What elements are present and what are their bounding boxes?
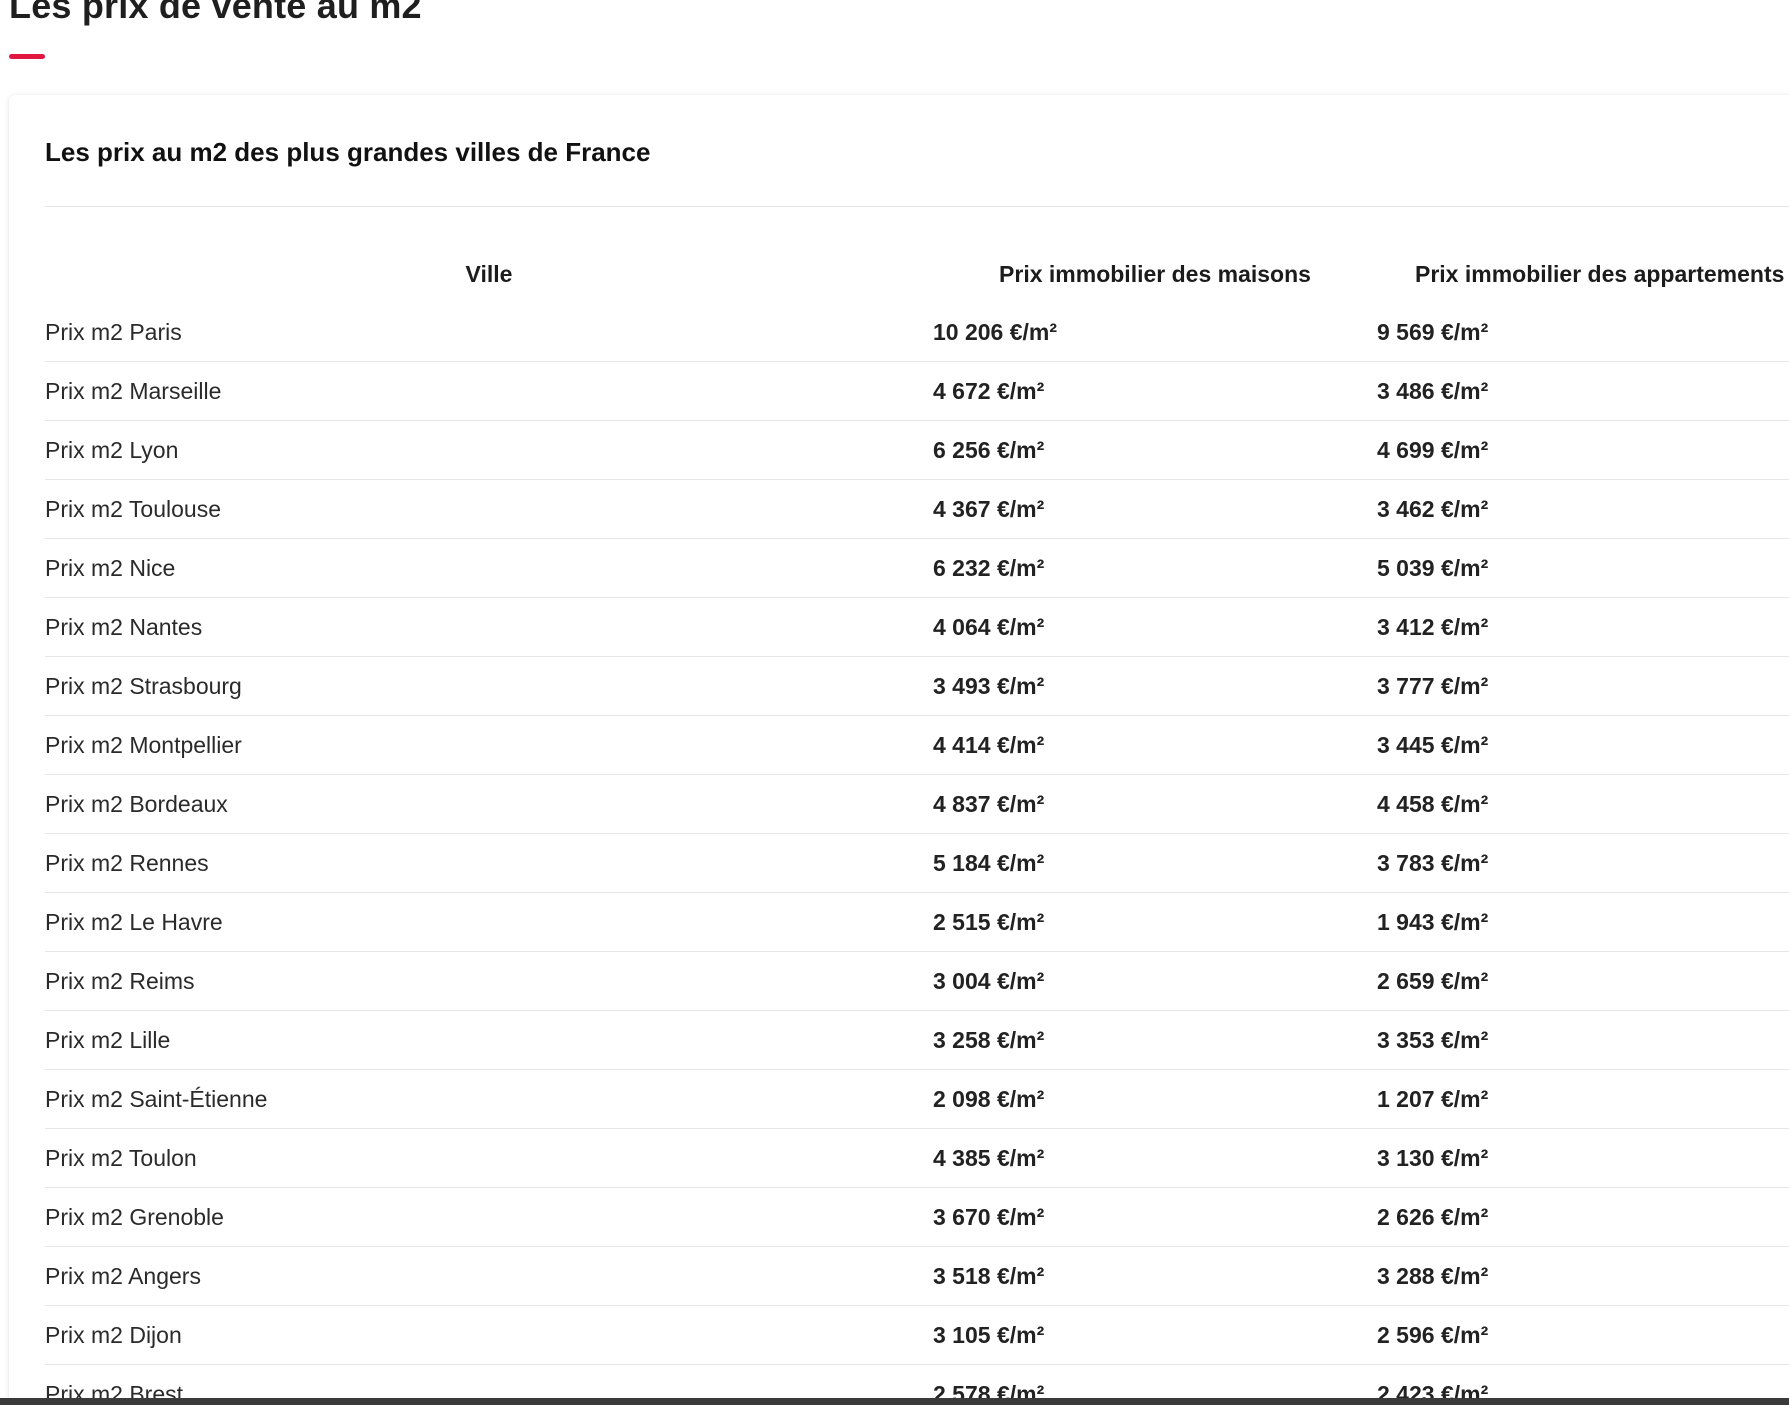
- apartment-price-cell: 2 659 €/m²: [1377, 951, 1789, 1011]
- city-link[interactable]: Prix m2 Reims: [45, 951, 933, 1011]
- apartment-price-cell: 3 412 €/m²: [1377, 597, 1789, 657]
- page-title: Les prix de vente au m2: [9, 0, 422, 26]
- apartment-price-cell: 3 777 €/m²: [1377, 656, 1789, 716]
- city-link[interactable]: Prix m2 Toulouse: [45, 479, 933, 539]
- horizontal-scrollbar[interactable]: [0, 1398, 1789, 1405]
- apartment-price-cell: 2 596 €/m²: [1377, 1305, 1789, 1365]
- apartment-price-cell: 3 486 €/m²: [1377, 361, 1789, 421]
- table-row: Prix m2 Montpellier 4 414 €/m² 3 445 €/m²: [45, 715, 1789, 775]
- table-header: Ville Prix immobilier des maisons Prix i…: [45, 245, 1789, 303]
- apartment-price-cell: 1 207 €/m²: [1377, 1069, 1789, 1129]
- price-table: Ville Prix immobilier des maisons Prix i…: [45, 245, 1789, 1405]
- page: Les prix de vente au m2 Les prix au m2 d…: [0, 0, 1789, 1405]
- city-link[interactable]: Prix m2 Angers: [45, 1246, 933, 1306]
- house-price-cell: 4 385 €/m²: [933, 1128, 1377, 1188]
- apartment-price-cell: 1 943 €/m²: [1377, 892, 1789, 952]
- city-link[interactable]: Prix m2 Rennes: [45, 833, 933, 893]
- house-price-cell: 4 367 €/m²: [933, 479, 1377, 539]
- card-title: Les prix au m2 des plus grandes villes d…: [45, 137, 651, 167]
- city-link[interactable]: Prix m2 Dijon: [45, 1305, 933, 1365]
- table-row: Prix m2 Toulon 4 385 €/m² 3 130 €/m²: [45, 1128, 1789, 1188]
- city-link[interactable]: Prix m2 Nice: [45, 538, 933, 598]
- apartment-price-cell: 3 462 €/m²: [1377, 479, 1789, 539]
- apartment-price-cell: 3 353 €/m²: [1377, 1010, 1789, 1070]
- house-price-cell: 4 064 €/m²: [933, 597, 1377, 657]
- table-row: Prix m2 Rennes 5 184 €/m² 3 783 €/m²: [45, 833, 1789, 893]
- city-link[interactable]: Prix m2 Marseille: [45, 361, 933, 421]
- table-row: Prix m2 Dijon 3 105 €/m² 2 596 €/m²: [45, 1305, 1789, 1365]
- table-row: Prix m2 Grenoble 3 670 €/m² 2 626 €/m²: [45, 1187, 1789, 1247]
- house-price-cell: 2 515 €/m²: [933, 892, 1377, 952]
- city-link[interactable]: Prix m2 Lille: [45, 1010, 933, 1070]
- table-header-row: Ville Prix immobilier des maisons Prix i…: [45, 245, 1789, 303]
- house-price-cell: 3 518 €/m²: [933, 1246, 1377, 1306]
- city-link[interactable]: Prix m2 Montpellier: [45, 715, 933, 775]
- city-link[interactable]: Prix m2 Nantes: [45, 597, 933, 657]
- table-row: Prix m2 Strasbourg 3 493 €/m² 3 777 €/m²: [45, 656, 1789, 716]
- price-table-wrapper: Ville Prix immobilier des maisons Prix i…: [45, 245, 1789, 1405]
- column-header-house-price: Prix immobilier des maisons: [999, 260, 1311, 287]
- city-link[interactable]: Prix m2 Lyon: [45, 420, 933, 480]
- city-link[interactable]: Prix m2 Paris: [45, 303, 933, 362]
- apartment-price-cell: 3 130 €/m²: [1377, 1128, 1789, 1188]
- table-row: Prix m2 Paris 10 206 €/m² 9 569 €/m²: [45, 303, 1789, 362]
- house-price-cell: 3 105 €/m²: [933, 1305, 1377, 1365]
- city-link[interactable]: Prix m2 Saint-Étienne: [45, 1069, 933, 1129]
- house-price-cell: 3 493 €/m²: [933, 656, 1377, 716]
- price-card: Les prix au m2 des plus grandes villes d…: [9, 95, 1789, 1405]
- table-row: Prix m2 Bordeaux 4 837 €/m² 4 458 €/m²: [45, 774, 1789, 834]
- table-row: Prix m2 Marseille 4 672 €/m² 3 486 €/m²: [45, 361, 1789, 421]
- city-link[interactable]: Prix m2 Bordeaux: [45, 774, 933, 834]
- table-row: Prix m2 Angers 3 518 €/m² 3 288 €/m²: [45, 1246, 1789, 1306]
- apartment-price-cell: 3 288 €/m²: [1377, 1246, 1789, 1306]
- table-body: Prix m2 Paris 10 206 €/m² 9 569 €/m² Prix m…: [45, 303, 1789, 1405]
- apartment-price-cell: 3 783 €/m²: [1377, 833, 1789, 893]
- house-price-cell: 10 206 €/m²: [933, 303, 1377, 362]
- table-row: Prix m2 Saint-Étienne 2 098 €/m² 1 207 €/m…: [45, 1069, 1789, 1129]
- card-divider: [45, 206, 1789, 207]
- apartment-price-cell: 4 699 €/m²: [1377, 420, 1789, 480]
- house-price-cell: 3 004 €/m²: [933, 951, 1377, 1011]
- city-link[interactable]: Prix m2 Strasbourg: [45, 656, 933, 716]
- house-price-cell: 4 672 €/m²: [933, 361, 1377, 421]
- table-row: Prix m2 Nantes 4 064 €/m² 3 412 €/m²: [45, 597, 1789, 657]
- city-link[interactable]: Prix m2 Le Havre: [45, 892, 933, 952]
- house-price-cell: 4 837 €/m²: [933, 774, 1377, 834]
- title-accent-underline: [9, 54, 45, 59]
- apartment-price-cell: 3 445 €/m²: [1377, 715, 1789, 775]
- table-row: Prix m2 Lille 3 258 €/m² 3 353 €/m²: [45, 1010, 1789, 1070]
- table-row: Prix m2 Lyon 6 256 €/m² 4 699 €/m²: [45, 420, 1789, 480]
- city-link[interactable]: Prix m2 Grenoble: [45, 1187, 933, 1247]
- house-price-cell: 6 232 €/m²: [933, 538, 1377, 598]
- house-price-cell: 6 256 €/m²: [933, 420, 1377, 480]
- table-row: Prix m2 Le Havre 2 515 €/m² 1 943 €/m²: [45, 892, 1789, 952]
- table-row: Prix m2 Toulouse 4 367 €/m² 3 462 €/m²: [45, 479, 1789, 539]
- column-header-city: Ville: [465, 260, 513, 287]
- city-link[interactable]: Prix m2 Toulon: [45, 1128, 933, 1188]
- apartment-price-cell: 5 039 €/m²: [1377, 538, 1789, 598]
- table-row: Prix m2 Reims 3 004 €/m² 2 659 €/m²: [45, 951, 1789, 1011]
- house-price-cell: 2 098 €/m²: [933, 1069, 1377, 1129]
- house-price-cell: 5 184 €/m²: [933, 833, 1377, 893]
- house-price-cell: 4 414 €/m²: [933, 715, 1377, 775]
- table-row: Prix m2 Nice 6 232 €/m² 5 039 €/m²: [45, 538, 1789, 598]
- apartment-price-cell: 2 626 €/m²: [1377, 1187, 1789, 1247]
- column-header-apartment-price: Prix immobilier des appartements: [1415, 260, 1785, 287]
- apartment-price-cell: 9 569 €/m²: [1377, 303, 1789, 362]
- apartment-price-cell: 4 458 €/m²: [1377, 774, 1789, 834]
- house-price-cell: 3 258 €/m²: [933, 1010, 1377, 1070]
- house-price-cell: 3 670 €/m²: [933, 1187, 1377, 1247]
